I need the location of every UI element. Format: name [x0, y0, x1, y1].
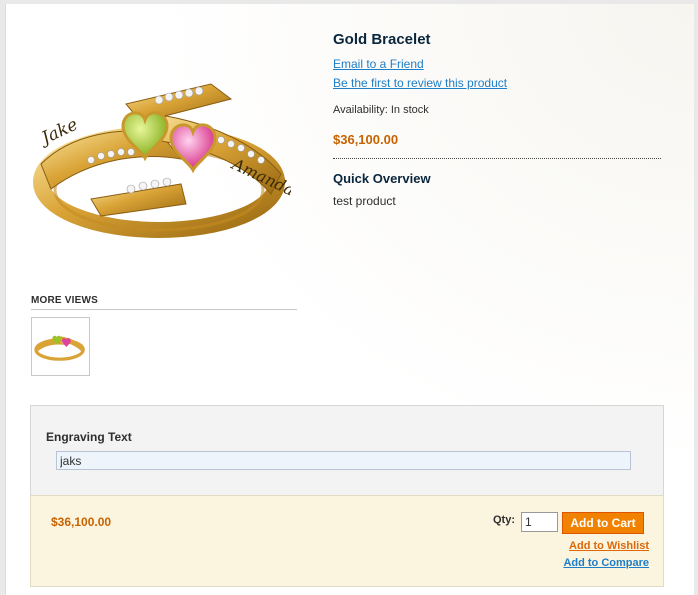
quick-overview-text: test product: [333, 194, 396, 208]
add-to-cart-button[interactable]: Add to Cart: [562, 512, 644, 534]
quick-overview-title: Quick Overview: [333, 171, 431, 186]
thumbnail-ring-image: [34, 335, 85, 361]
qty-label: Qty:: [493, 514, 515, 526]
engraving-label: Engraving Text: [46, 430, 132, 444]
more-views-title: MORE VIEWS: [31, 295, 297, 310]
availability-status: Availability: In stock: [333, 104, 429, 116]
product-price: $36,100.00: [333, 132, 399, 147]
add-to-compare-link[interactable]: Add to Compare: [563, 557, 649, 569]
email-to-friend-link[interactable]: Email to a Friend: [333, 57, 424, 71]
product-name: Gold Bracelet: [333, 31, 431, 48]
more-views-thumbnail[interactable]: [31, 317, 90, 376]
add-to-wishlist-link[interactable]: Add to Wishlist: [569, 540, 649, 552]
add-to-cart-box: $36,100.00 Qty: Add to Cart Add to Wishl…: [30, 495, 664, 587]
qty-input[interactable]: [521, 512, 558, 532]
engraving-text-input[interactable]: [56, 451, 631, 470]
cart-price: $36,100.00: [51, 515, 112, 529]
product-options: Engraving Text: [30, 405, 664, 496]
divider: [333, 158, 661, 159]
product-page: Jake Amanda MORE VIEWS Gold Bracelet Ema…: [5, 4, 694, 595]
ring-image: Jake Amanda: [33, 83, 297, 238]
write-review-link[interactable]: Be the first to review this product: [333, 76, 507, 90]
product-main-image[interactable]: Jake Amanda: [31, 64, 297, 254]
